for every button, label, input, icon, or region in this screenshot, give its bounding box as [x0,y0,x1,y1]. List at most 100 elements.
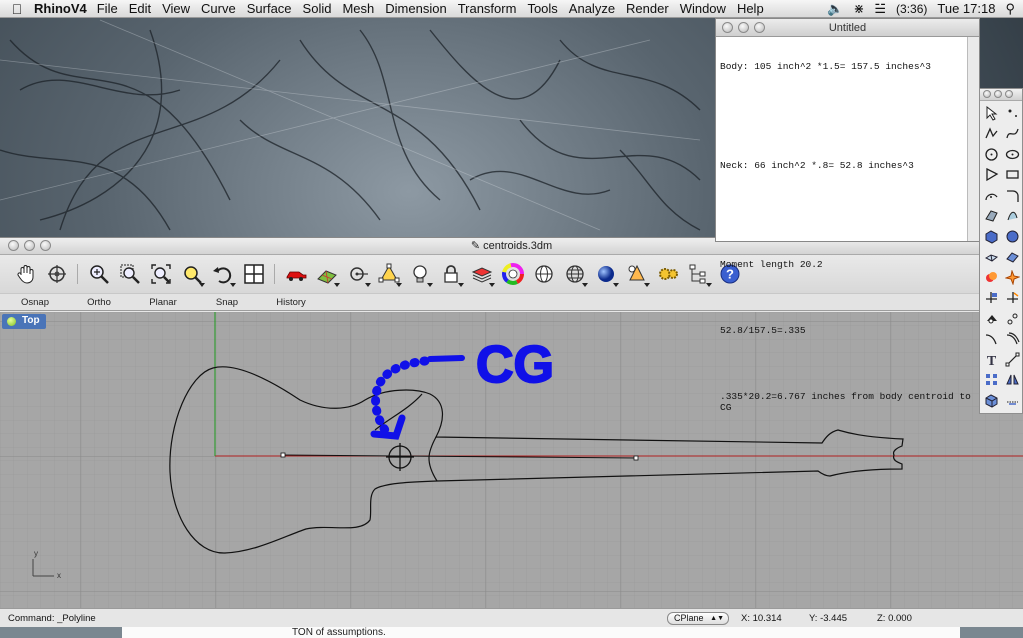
circle-icon[interactable] [981,144,1001,165]
history-toggle[interactable]: History [259,297,323,308]
bluetooth-icon[interactable]: ⋇ [853,1,864,17]
close-button[interactable] [722,22,733,33]
move-icon[interactable] [1002,308,1022,329]
lightbulb-icon[interactable] [406,261,433,288]
battery-status[interactable]: (3:36) [896,2,927,16]
point-icon[interactable] [1002,103,1022,124]
mesh-icon[interactable] [981,247,1001,268]
dimension-icon[interactable] [1002,349,1022,370]
polygon-icon[interactable] [981,165,1001,186]
box-icon[interactable] [981,226,1001,247]
array-icon[interactable] [981,370,1001,391]
menu-curve[interactable]: Curve [201,1,236,16]
menu-mesh[interactable]: Mesh [342,1,374,16]
wireframe-sphere-icon[interactable] [530,261,557,288]
polyline-start-point[interactable] [280,452,286,458]
menu-surface[interactable]: Surface [247,1,292,16]
menu-transform[interactable]: Transform [458,1,517,16]
trim-icon[interactable] [1002,288,1022,309]
snap-toggle[interactable]: Snap [195,297,259,308]
chevron-down-icon [489,282,495,287]
text-window-titlebar[interactable]: Untitled [716,19,979,37]
lock-icon[interactable] [437,261,464,288]
menu-analyze[interactable]: Analyze [569,1,615,16]
menu-dimension[interactable]: Dimension [385,1,446,16]
menu-view[interactable]: View [162,1,190,16]
fillet-icon[interactable] [1002,185,1022,206]
zoom-button[interactable] [40,240,51,251]
split-icon[interactable] [981,288,1001,309]
zoom-extents-icon[interactable] [147,261,174,288]
menu-render[interactable]: Render [626,1,669,16]
spotlight-icon[interactable]: ⚲ [1005,1,1015,17]
mirror-icon[interactable] [1002,370,1022,391]
rotate-view-icon[interactable] [43,261,70,288]
explode-icon[interactable] [1002,267,1022,288]
menu-file[interactable]: File [97,1,118,16]
close-button[interactable] [983,90,991,98]
zoom-button[interactable] [1005,90,1013,98]
volume-icon[interactable]: 🔈 [827,1,843,17]
curve-icon[interactable] [1002,124,1022,145]
mesh-edit-icon[interactable] [1002,247,1022,268]
object-snap-icon[interactable] [344,261,371,288]
polyline-end-point[interactable] [633,455,639,461]
menu-help[interactable]: Help [737,1,764,16]
app-menu[interactable]: RhinoV4 [34,1,87,16]
layers-icon[interactable] [468,261,495,288]
minimize-button[interactable] [24,240,35,251]
camera-car-icon[interactable] [282,261,309,288]
select-arrow-icon[interactable] [981,103,1001,124]
four-viewports-icon[interactable] [240,261,267,288]
background-page-text: TON of assumptions. [122,627,960,638]
boolean-icon[interactable] [981,267,1001,288]
wifi-icon[interactable]: ☱ [874,1,886,17]
extrude-surface-icon[interactable] [1002,206,1022,227]
rendered-sphere-icon[interactable] [592,261,619,288]
menu-tools[interactable]: Tools [527,1,557,16]
menu-window[interactable]: Window [680,1,726,16]
ellipse-icon[interactable] [1002,144,1022,165]
osnap-toggle[interactable]: Osnap [3,297,67,308]
join-curve-icon[interactable] [981,329,1001,350]
text-window-title: Untitled [828,22,867,34]
viewport-label[interactable]: Top [2,314,46,329]
points-icon[interactable] [375,261,402,288]
zoom-button[interactable] [754,22,765,33]
close-button[interactable] [8,240,19,251]
command-line[interactable]: Command: _Polyline [8,613,96,624]
minimize-button[interactable] [994,90,1002,98]
zoom-selected-icon[interactable] [178,261,205,288]
text-scrollbar[interactable] [967,37,979,241]
analyze-tree-icon[interactable] [685,261,712,288]
minimize-button[interactable] [738,22,749,33]
offset-icon[interactable] [1002,329,1022,350]
group-icon[interactable] [981,308,1001,329]
polyline-icon[interactable] [981,124,1001,145]
text-content[interactable]: Body: 105 inch^2 *1.5= 157.5 inches^3 Ne… [716,37,979,437]
zoom-dynamic-icon[interactable] [85,261,112,288]
menu-edit[interactable]: Edit [129,1,151,16]
text-icon[interactable]: T [981,349,1001,370]
menu-solid[interactable]: Solid [303,1,332,16]
ortho-toggle[interactable]: Ortho [67,297,131,308]
color-wheel-icon[interactable] [499,261,526,288]
more-tools-icon[interactable] [1002,390,1022,411]
zoom-window-icon[interactable] [116,261,143,288]
cplane-select[interactable]: CPlane ▲▼ [667,611,729,625]
solid-tools-icon[interactable] [981,390,1001,411]
sphere-icon[interactable] [1002,226,1022,247]
surface-icon[interactable] [981,206,1001,227]
render-cone-icon[interactable] [623,261,650,288]
options-gears-icon[interactable] [654,261,681,288]
clock[interactable]: Tue 17:18 [937,1,995,16]
set-view-icon[interactable] [313,261,340,288]
toolbox-titlebar[interactable] [980,89,1022,101]
apple-icon[interactable]:  [0,1,34,17]
planar-toggle[interactable]: Planar [131,297,195,308]
pan-icon[interactable] [12,261,39,288]
undo-view-icon[interactable] [209,261,236,288]
rectangle-icon[interactable] [1002,165,1022,186]
arc-icon[interactable] [981,185,1001,206]
shaded-sphere-icon[interactable] [561,261,588,288]
